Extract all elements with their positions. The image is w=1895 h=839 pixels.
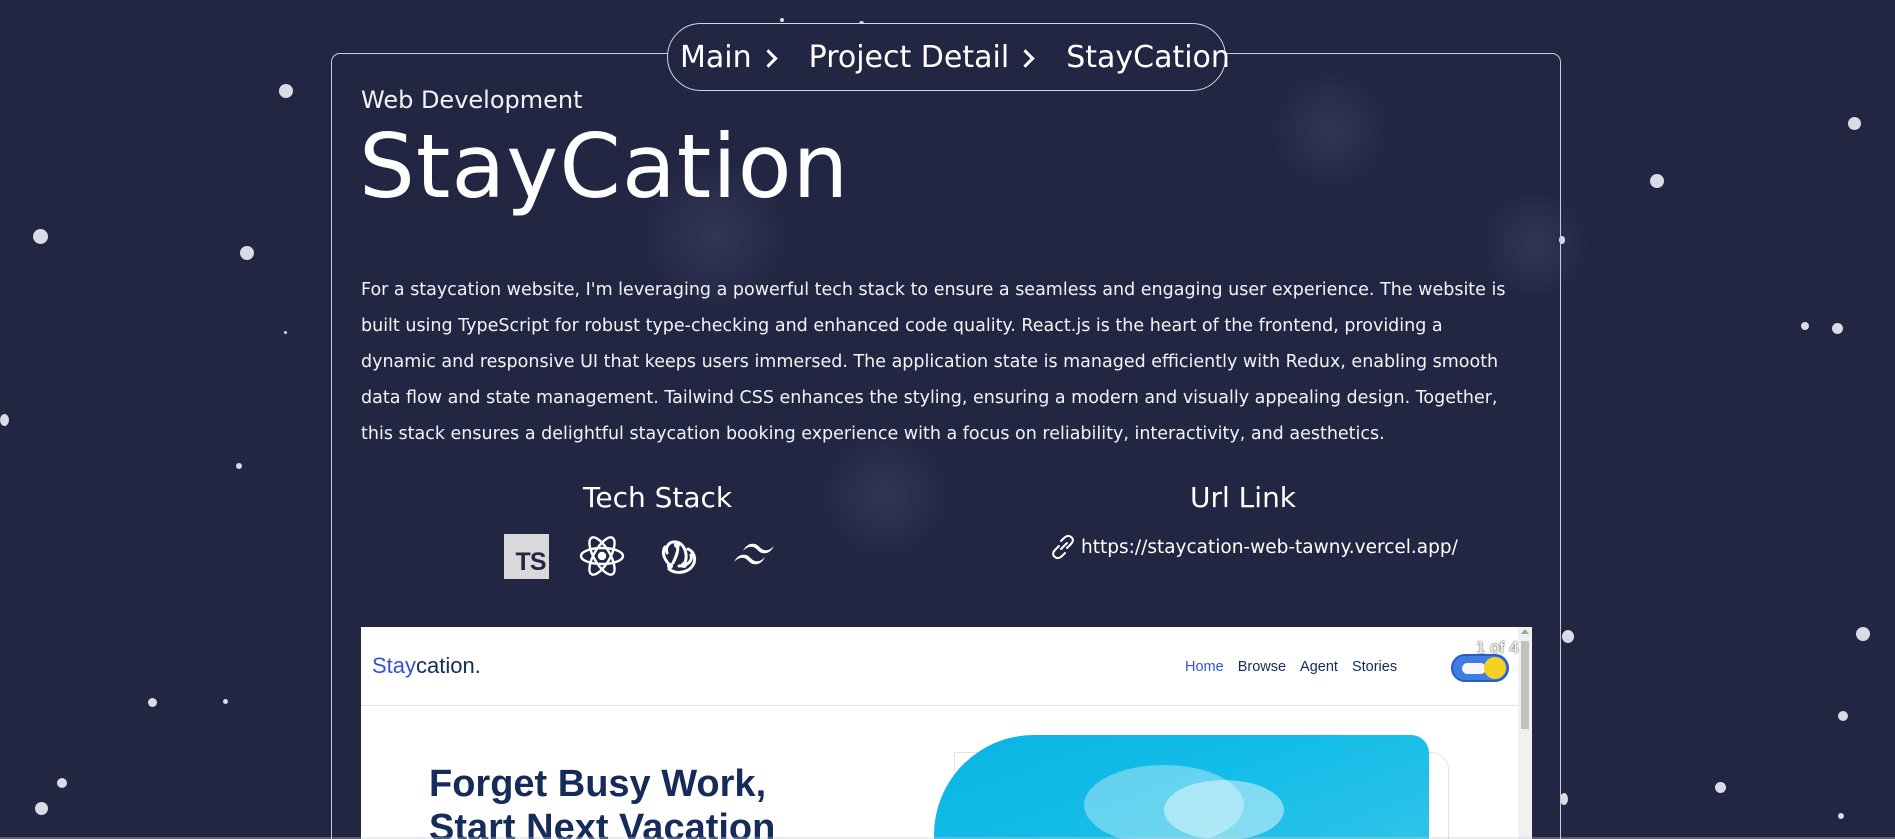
- star: [33, 229, 48, 244]
- chevron-right-icon: [1016, 48, 1035, 68]
- preview-navbar: Staycation. Home Browse Agent Stories: [361, 627, 1518, 706]
- star: [1832, 323, 1843, 334]
- preview-hero-image: [934, 735, 1429, 839]
- react-icon: [579, 533, 625, 579]
- star: [1562, 630, 1574, 643]
- preview-headline-line2: Start Next Vacation: [429, 807, 776, 839]
- chevron-right-icon: [758, 48, 778, 68]
- typescript-icon: TS: [503, 533, 549, 579]
- preview-logo: Staycation.: [372, 653, 481, 679]
- star: [223, 699, 228, 704]
- preview-headline-line1: Forget Busy Work,: [429, 763, 767, 805]
- preview-menu-home: Home: [1185, 659, 1224, 675]
- star: [780, 18, 784, 22]
- link-icon: [1052, 534, 1074, 560]
- scroll-up-arrow-icon[interactable]: [1521, 629, 1529, 634]
- scrollbar-thumb[interactable]: [1521, 641, 1529, 729]
- sun-icon: [1484, 657, 1506, 679]
- star: [1560, 793, 1568, 805]
- tech-stack-heading: Tech Stack: [583, 481, 733, 514]
- carousel-counter: 1 of 4: [1476, 638, 1519, 657]
- star: [1650, 174, 1664, 188]
- preview-theme-toggle: [1451, 654, 1509, 682]
- preview-headline: Forget Busy Work, Start Next Vacation: [429, 762, 775, 839]
- breadcrumb: Main Project Detail StayCation: [667, 23, 1230, 91]
- star: [0, 414, 9, 426]
- star: [35, 802, 48, 815]
- star: [1801, 322, 1809, 330]
- breadcrumb-project-detail[interactable]: Project Detail: [809, 40, 1067, 75]
- star: [1838, 813, 1844, 819]
- breadcrumb-main[interactable]: Main: [680, 40, 809, 75]
- star: [279, 84, 293, 98]
- tech-stack-icons: TS: [503, 533, 777, 579]
- typescript-icon-label: TS: [503, 533, 549, 579]
- star: [148, 698, 157, 707]
- star: [240, 246, 254, 260]
- redux-icon: [655, 533, 701, 579]
- preview-scrollbar[interactable]: [1518, 627, 1532, 839]
- tailwind-icon: [731, 533, 777, 579]
- preview-menu-browse: Browse: [1237, 659, 1287, 675]
- breadcrumb-current: StayCation: [1066, 40, 1230, 75]
- star: [1856, 627, 1870, 641]
- project-url-link[interactable]: https://staycation-web-tawny.vercel.app/: [1049, 533, 1458, 561]
- breadcrumb-current-label: StayCation: [1066, 39, 1230, 75]
- project-screenshot-carousel[interactable]: Staycation. Home Browse Agent Stories Fo…: [361, 627, 1532, 839]
- preview-menu-agent: Agent: [1300, 659, 1338, 675]
- preview-menu-stories: Stories: [1351, 659, 1398, 675]
- star: [57, 778, 67, 788]
- url-link-heading: Url Link: [1190, 481, 1297, 514]
- preview-menu: Home Browse Agent Stories: [1185, 659, 1397, 675]
- project-url-text[interactable]: https://staycation-web-tawny.vercel.app/: [1081, 537, 1458, 558]
- star: [1715, 782, 1726, 793]
- preview-logo-accent: Stay: [372, 653, 417, 678]
- breadcrumb-project-detail-label[interactable]: Project Detail: [809, 40, 1010, 75]
- project-detail-page: Main Project Detail StayCation Web Devel…: [0, 0, 1895, 839]
- project-description: For a staycation website, I'm leveraging…: [361, 280, 1506, 444]
- cloud-icon: [1462, 663, 1486, 674]
- preview-logo-rest: cation.: [416, 653, 481, 678]
- breadcrumb-main-label[interactable]: Main: [680, 40, 752, 75]
- star: [236, 463, 242, 469]
- star: [284, 331, 287, 334]
- star: [1838, 711, 1848, 721]
- star: [1848, 117, 1861, 130]
- project-category: Web Development: [361, 86, 583, 114]
- project-title: StayCation: [359, 115, 850, 218]
